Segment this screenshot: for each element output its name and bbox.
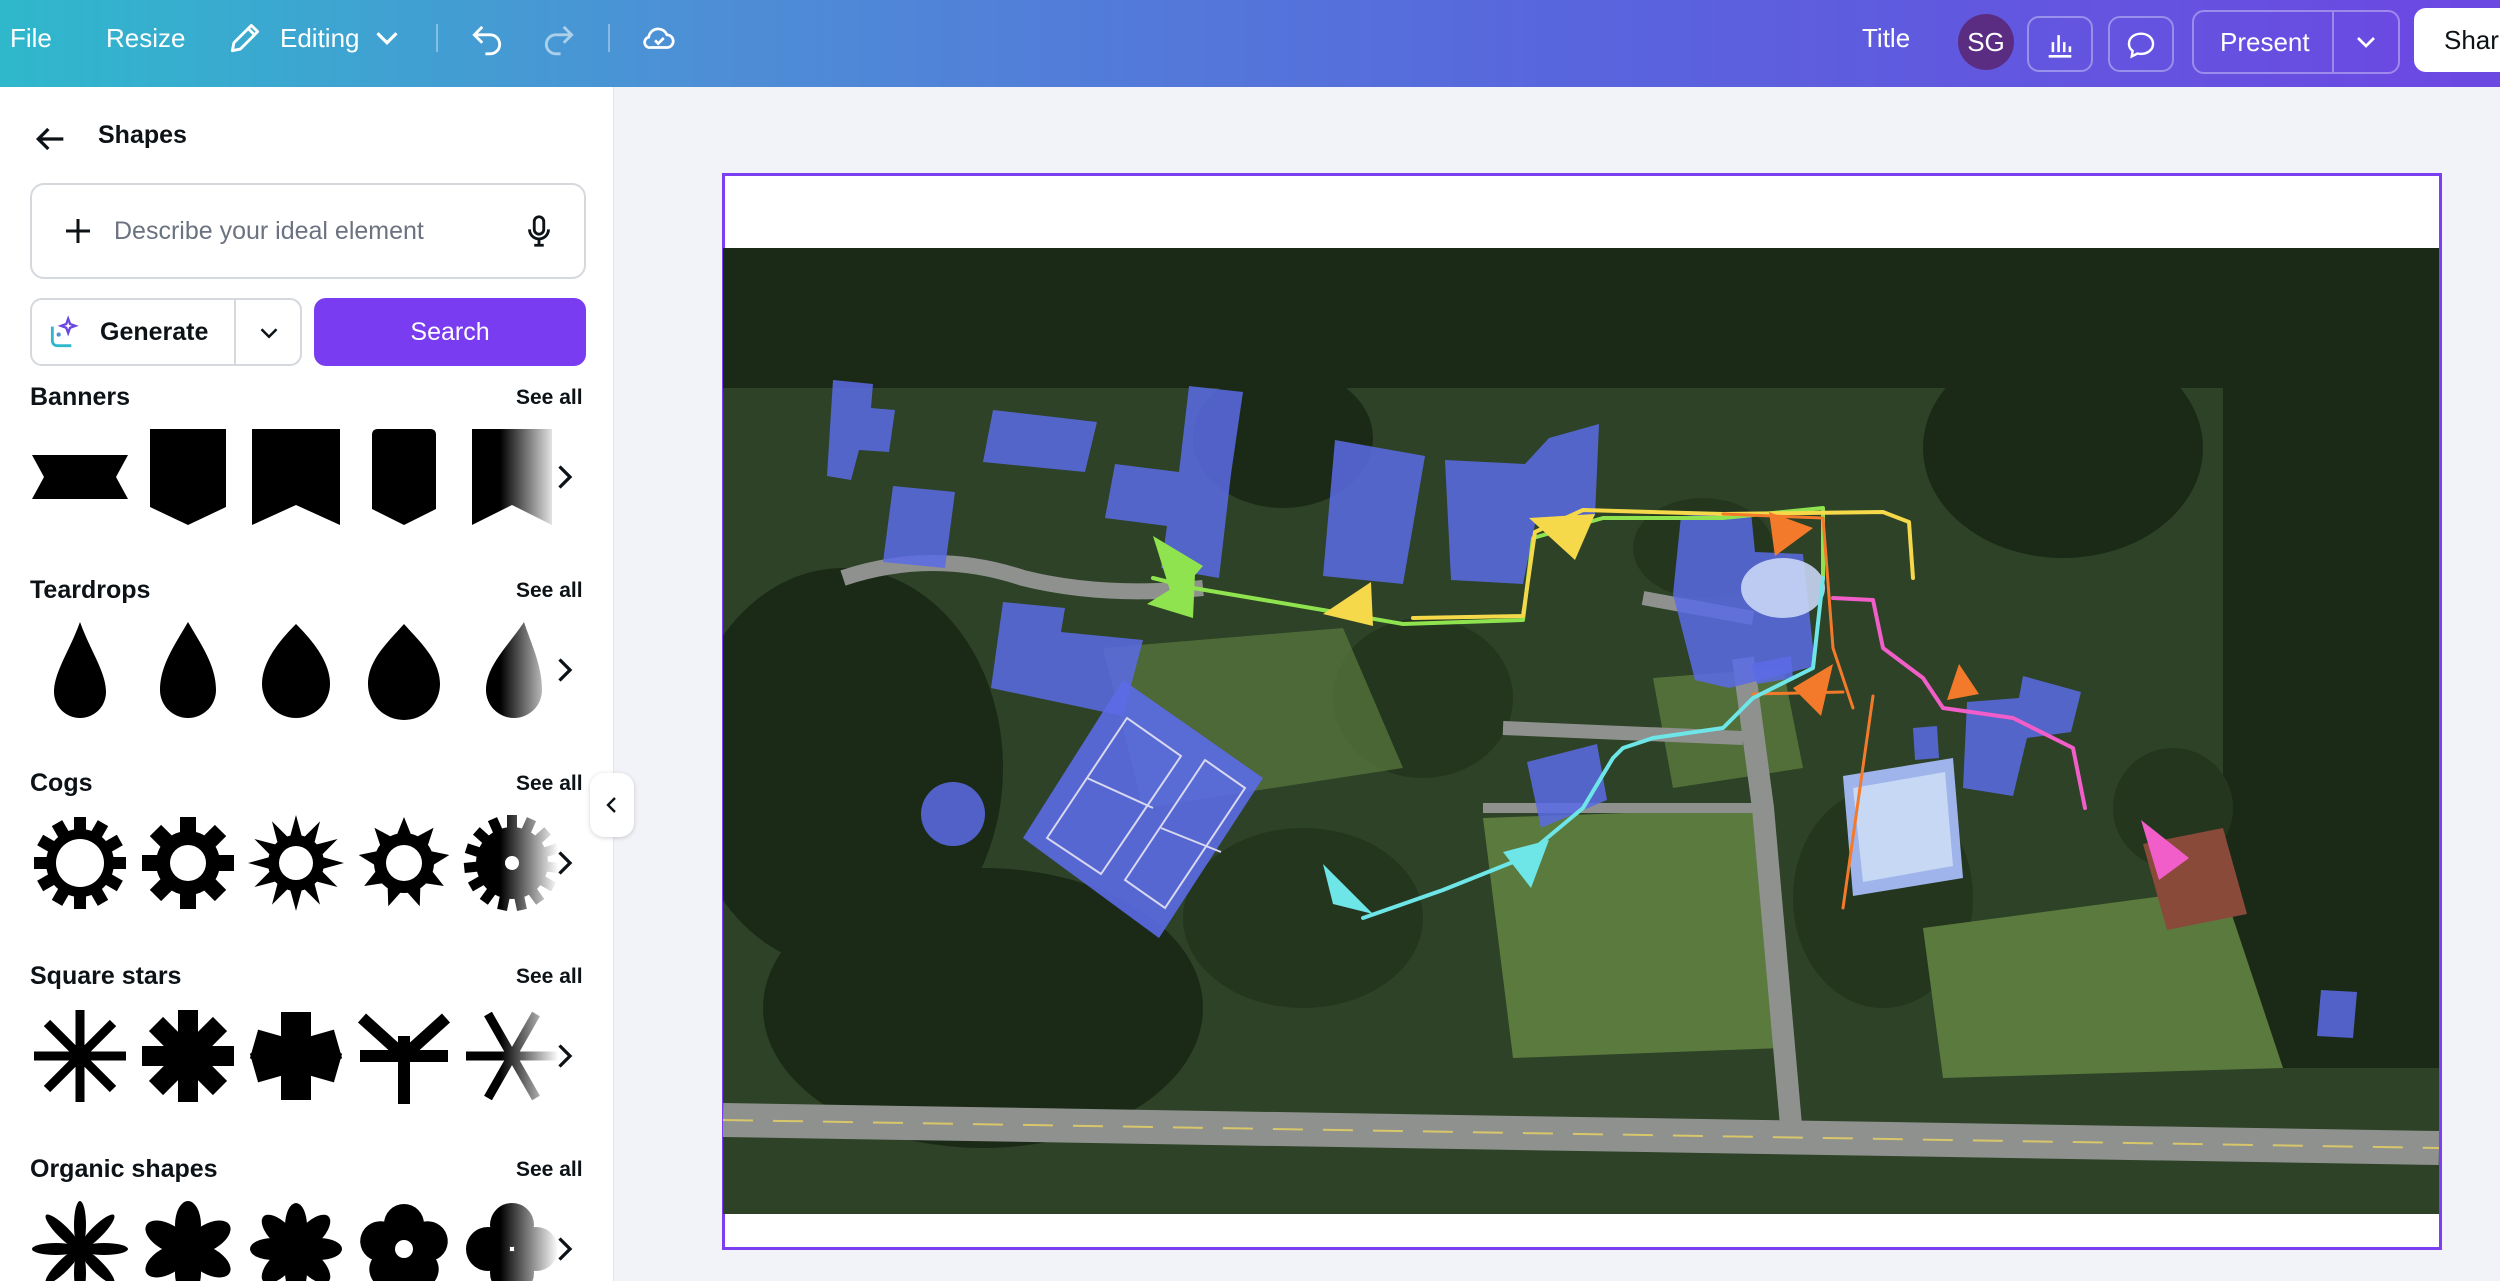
square-star-burst-shape[interactable] xyxy=(138,1006,238,1106)
section-title-banners: Banners xyxy=(30,383,131,411)
document-title[interactable]: Title xyxy=(1862,0,1910,77)
square-star-8-point-shape[interactable] xyxy=(30,1006,130,1106)
redo-icon[interactable] xyxy=(540,19,578,57)
see-all-banners-link[interactable]: See all xyxy=(516,386,583,410)
resize-menu[interactable]: Resize xyxy=(106,0,185,77)
magic-generate-icon xyxy=(50,315,79,348)
cog-8-teeth-shape[interactable] xyxy=(138,813,238,913)
chevron-right-icon[interactable] xyxy=(546,1038,582,1074)
see-all-teardrops-link[interactable]: See all xyxy=(516,579,583,603)
banner-flag-shape[interactable] xyxy=(246,427,346,527)
aerial-map-drawing xyxy=(723,248,2439,1214)
file-menu[interactable]: File xyxy=(10,0,52,77)
chevron-right-icon[interactable] xyxy=(546,459,582,495)
organic-6-petal-flower-shape[interactable] xyxy=(138,1199,238,1281)
comment-button[interactable] xyxy=(2108,16,2174,72)
search-button[interactable]: Search xyxy=(314,298,586,366)
chevron-down-icon[interactable] xyxy=(368,19,406,57)
chevron-right-icon[interactable] xyxy=(546,1231,582,1267)
chevron-down-icon[interactable] xyxy=(254,318,284,348)
present-button[interactable]: Present xyxy=(2192,10,2400,74)
banner-tag-shape[interactable] xyxy=(354,427,454,527)
analytics-button[interactable] xyxy=(2027,16,2093,72)
shapes-panel: Shapes Generate Search Banners See all xyxy=(0,87,614,1281)
generate-label: Generate xyxy=(100,318,209,346)
cloud-check-icon[interactable] xyxy=(640,19,678,57)
section-title-teardrops: Teardrops xyxy=(30,576,151,604)
element-search-box[interactable] xyxy=(30,183,586,279)
pencil-icon[interactable] xyxy=(226,19,264,57)
see-all-square-stars-link[interactable]: See all xyxy=(516,965,583,989)
comment-icon xyxy=(2127,32,2155,59)
see-all-cogs-link[interactable]: See all xyxy=(516,772,583,796)
element-search-input[interactable] xyxy=(114,209,514,253)
avatar[interactable]: SG xyxy=(1958,14,2014,70)
organic-starburst-shape[interactable] xyxy=(30,1199,130,1281)
toolbar-divider xyxy=(436,24,438,52)
back-arrow-icon[interactable] xyxy=(30,119,70,159)
plus-icon xyxy=(66,219,90,243)
aerial-map-image[interactable] xyxy=(723,248,2439,1214)
analytics-icon xyxy=(2048,35,2072,58)
editing-mode-menu[interactable]: Editing xyxy=(280,0,360,77)
present-divider xyxy=(2332,12,2334,72)
cog-star-shape[interactable] xyxy=(354,813,454,913)
cog-sun-shape[interactable] xyxy=(246,813,346,913)
cogs-row xyxy=(30,813,590,923)
cog-12-teeth-shape[interactable] xyxy=(30,813,130,913)
chevron-down-icon[interactable] xyxy=(2350,26,2382,58)
present-label: Present xyxy=(2220,27,2310,57)
share-button[interactable]: Share xyxy=(2414,8,2500,72)
organic-5-petal-flower-shape[interactable] xyxy=(354,1199,454,1281)
teardrop-narrow-shape[interactable] xyxy=(30,620,130,720)
teardrop-wide-shape[interactable] xyxy=(354,620,454,720)
chevron-right-icon[interactable] xyxy=(546,652,582,688)
generate-button[interactable]: Generate xyxy=(30,298,302,366)
square-star-asterisk-shape[interactable] xyxy=(354,1006,454,1106)
chevron-right-icon[interactable] xyxy=(546,845,582,881)
banner-ribbon-shape[interactable] xyxy=(30,427,130,527)
section-title-square-stars: Square stars xyxy=(30,962,182,990)
teardrop-round-shape[interactable] xyxy=(246,620,346,720)
teardrops-row xyxy=(30,620,590,730)
banners-row xyxy=(30,427,590,537)
see-all-organic-shapes-link[interactable]: See all xyxy=(516,1158,583,1182)
undo-icon[interactable] xyxy=(468,19,506,57)
top-toolbar: File Resize Editing Title SG Present Sha… xyxy=(0,0,2500,87)
microphone-icon[interactable] xyxy=(520,211,558,251)
organic-8-petal-flower-shape[interactable] xyxy=(246,1199,346,1281)
toolbar-divider xyxy=(608,24,610,52)
organic-shapes-row xyxy=(30,1199,590,1281)
teardrop-shape[interactable] xyxy=(138,620,238,720)
collapse-panel-button[interactable] xyxy=(590,773,634,837)
square-star-cross-shape[interactable] xyxy=(246,1006,346,1106)
panel-title: Shapes xyxy=(98,121,187,149)
generate-divider xyxy=(234,300,236,364)
section-title-cogs: Cogs xyxy=(30,769,93,797)
square-stars-row xyxy=(30,1006,590,1116)
section-title-organic-shapes: Organic shapes xyxy=(30,1155,218,1183)
banner-shield-shape[interactable] xyxy=(138,427,238,527)
chevron-left-icon xyxy=(606,797,616,813)
